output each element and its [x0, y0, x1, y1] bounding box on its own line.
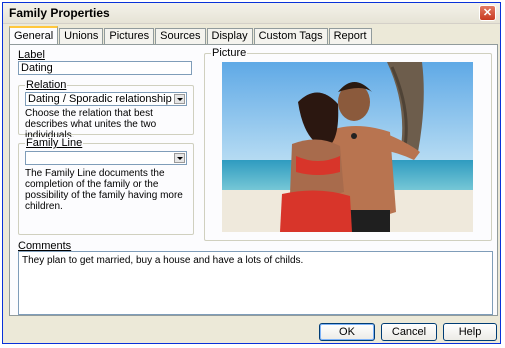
tab-report[interactable]: Report [328, 28, 372, 44]
tab-pictures[interactable]: Pictures [104, 28, 155, 44]
family-line-group: Family Line The Family Line documents th… [18, 137, 194, 235]
tab-sources[interactable]: Sources [155, 28, 206, 44]
family-line-description: The Family Line documents the completion… [25, 168, 183, 212]
family-line-group-label: Family Line [25, 137, 84, 149]
window-title: Family Properties [9, 6, 110, 20]
cancel-button[interactable]: Cancel [381, 323, 437, 341]
tab-display[interactable]: Display [206, 28, 253, 44]
chevron-down-icon[interactable] [174, 94, 185, 104]
help-button[interactable]: Help [443, 323, 497, 341]
label-input[interactable]: Dating [18, 61, 192, 75]
comments-textarea[interactable]: They plan to get married, buy a house an… [18, 251, 493, 315]
family-photo[interactable] [222, 62, 473, 232]
photo-image [222, 62, 473, 232]
close-icon[interactable]: ✕ [479, 5, 496, 21]
relation-selected-value: Dating / Sporadic relationship [28, 93, 172, 105]
general-tab-panel: Label Dating Relation Dating / Sporadic … [9, 44, 498, 316]
relation-select[interactable]: Dating / Sporadic relationship [25, 92, 187, 106]
chevron-down-icon[interactable] [174, 153, 185, 163]
tab-unions[interactable]: Unions [59, 28, 104, 44]
title-bar[interactable]: Family Properties ✕ [3, 3, 500, 24]
tab-strip: General Unions Pictures Sources Display … [9, 26, 373, 44]
tab-custom-tags[interactable]: Custom Tags [253, 28, 328, 44]
relation-group: Relation Dating / Sporadic relationship … [18, 79, 194, 141]
label-field-label: Label [18, 49, 45, 61]
picture-group-label: Picture [211, 47, 248, 59]
dialog-window: Family Properties ✕ General Unions Pictu… [2, 2, 501, 344]
family-line-select[interactable] [25, 151, 187, 165]
tab-general[interactable]: General [9, 26, 59, 44]
ok-button[interactable]: OK [319, 323, 375, 341]
relation-group-label: Relation [25, 79, 68, 91]
picture-group: Picture [204, 47, 492, 241]
